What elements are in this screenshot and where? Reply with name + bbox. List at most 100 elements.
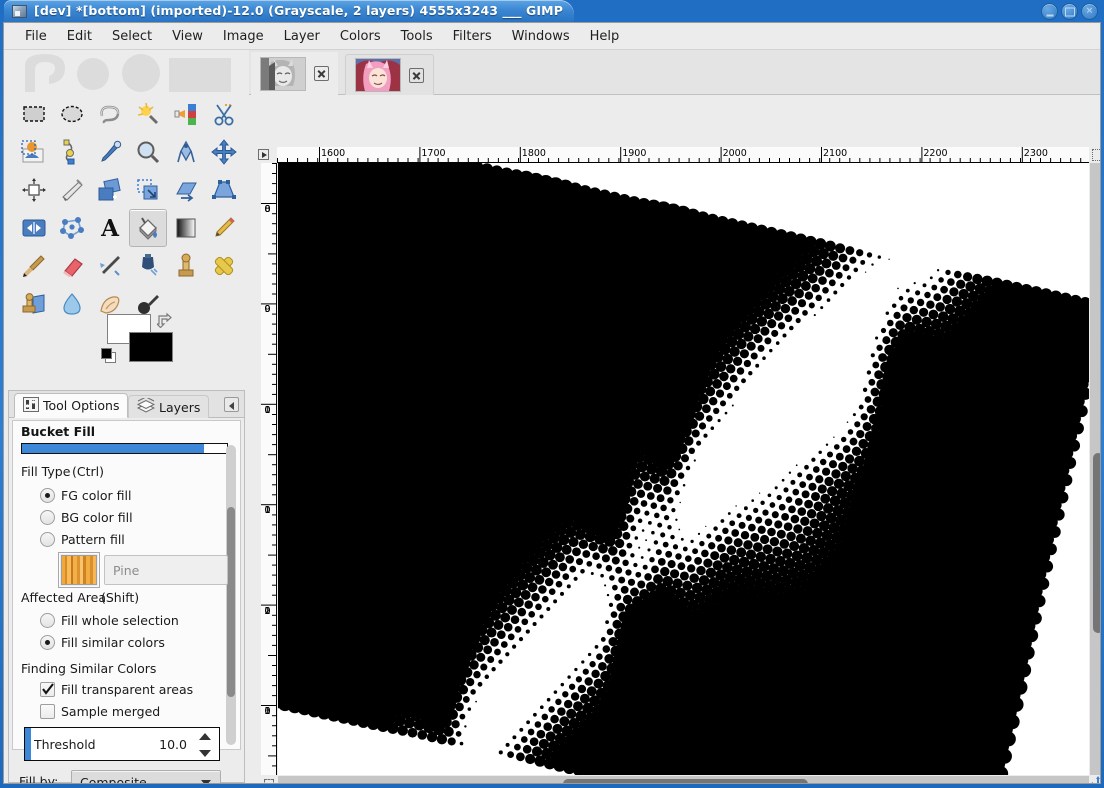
menu-edit[interactable]: Edit [57,23,102,50]
scale-tool[interactable] [129,171,167,209]
tab-layers[interactable]: Layers [128,395,209,418]
gimp-application-window: [dev] *[bottom] (imported)-12.0 (Graysca… [0,0,1104,788]
radio-fg-color-fill[interactable] [40,488,55,503]
perspective-clone-tool[interactable] [15,285,53,323]
tool-options-icon [23,397,39,415]
paintbrush-tool[interactable] [15,247,53,285]
radio-fill-whole-selection[interactable] [40,613,55,628]
clone-tool[interactable] [167,247,205,285]
close-button[interactable]: ✕ [1081,3,1098,20]
ink-tool[interactable] [129,247,167,285]
hruler-label: 1600 [321,149,345,159]
minimize-button[interactable] [1041,3,1058,20]
fill-by-value: Composite [80,775,147,785]
menu-layer[interactable]: Layer [274,23,330,50]
radio-pattern-fill[interactable] [40,532,55,547]
blur-sharpen-tool[interactable] [53,285,91,323]
quick-mask-toggle[interactable] [261,776,277,784]
flip-tool[interactable] [15,209,53,247]
image-tab-color[interactable] [345,54,434,95]
vertical-scrollbar[interactable] [1090,163,1101,775]
pattern-name-field[interactable]: Pine [104,555,228,585]
tab-layers-label: Layers [159,400,200,415]
dock-tab-strip: Tool Options Layers [9,391,244,418]
threshold-increment-icon[interactable] [199,733,211,740]
close-tab-icon-2[interactable] [409,68,424,83]
perspective-tool[interactable] [205,171,243,209]
tool-options-scrollbar[interactable] [226,445,236,745]
hruler-label: 1900 [622,149,646,159]
pattern-button[interactable] [58,552,100,588]
tool-options-dock: Tool Options Layers Bucket Fill Fill Typ… [8,390,245,783]
heal-tool[interactable] [205,247,243,285]
tab-tool-options[interactable]: Tool Options [14,393,128,418]
menu-windows[interactable]: Windows [502,23,580,50]
window-title: [dev] *[bottom] (imported)-12.0 (Graysca… [34,3,563,19]
window-client-area: FileEditSelectViewImageLayerColorsToolsF… [3,22,1101,784]
image-tab-thumbnail-grayscale [260,57,306,91]
airbrush-tool[interactable] [91,247,129,285]
tab-tool-options-label: Tool Options [43,398,119,413]
default-colors-icon[interactable] [101,348,118,365]
menu-tools[interactable]: Tools [391,23,443,50]
checkbox-fill-transparent-areas[interactable] [40,682,55,697]
checkbox-sample-merged[interactable] [40,704,55,719]
fill-by-row: Fill by: Composite [19,770,239,784]
threshold-spinner[interactable] [195,730,215,760]
tool-preview-bar [21,443,228,454]
dock-menu-button[interactable] [224,397,239,412]
crop-tool[interactable] [53,171,91,209]
menu-colors[interactable]: Colors [330,23,391,50]
threshold-slider[interactable]: Threshold 10.0 [24,727,220,761]
zoom-tool[interactable] [129,133,167,171]
fill-by-combo[interactable]: Composite [71,770,221,784]
menu-filters[interactable]: Filters [443,23,502,50]
foreground-select-tool[interactable] [15,133,53,171]
cage-transform-tool[interactable] [53,209,91,247]
vertical-scrollbar-thumb [1093,453,1101,633]
measure-tool[interactable] [167,133,205,171]
shear-tool[interactable] [167,171,205,209]
ellipse-select-tool[interactable] [53,95,91,133]
radio-fill-similar-colors[interactable] [40,635,55,650]
select-by-color-tool[interactable] [167,95,205,133]
menu-file[interactable]: File [15,23,57,50]
horizontal-scrollbar[interactable] [278,776,1089,784]
label-fg-color-fill: FG color fill [61,488,131,503]
rect-select-tool[interactable] [15,95,53,133]
background-color-swatch[interactable] [129,332,173,362]
paths-tool[interactable] [53,133,91,171]
close-tab-icon-1[interactable] [314,66,329,81]
ruler-origin-button[interactable] [255,147,273,162]
menu-select[interactable]: Select [102,23,162,50]
pattern-swatch [61,555,97,585]
rotate-tool[interactable] [91,171,129,209]
move-tool[interactable] [205,133,243,171]
maximize-button[interactable] [1061,3,1078,20]
svg-text:A: A [100,215,120,241]
label-fill-similar-colors: Fill similar colors [61,635,165,650]
fuzzy-select-tool[interactable] [129,95,167,133]
threshold-decrement-icon[interactable] [199,750,211,757]
scissors-select-tool[interactable] [205,95,243,133]
gradient-tool[interactable] [167,209,205,247]
free-select-tool[interactable] [91,95,129,133]
eraser-tool[interactable] [53,247,91,285]
navigation-preview-button[interactable] [1090,776,1101,784]
pencil-tool[interactable] [205,209,243,247]
text-tool[interactable]: A [91,209,129,247]
swap-colors-icon[interactable] [157,312,173,328]
bucket-fill-tool[interactable] [129,209,167,247]
image-tab-bottom[interactable] [251,52,338,95]
vertical-ruler[interactable]: 8009001000110012001300 [261,163,277,775]
menu-help[interactable]: Help [580,23,630,50]
horizontal-ruler[interactable]: 16001700180019002000210022002300 [277,147,1089,163]
hruler-label: 2300 [1024,149,1048,159]
menu-image[interactable]: Image [213,23,274,50]
image-canvas[interactable] [278,163,1089,775]
color-picker-tool[interactable] [91,133,129,171]
align-tool[interactable] [15,171,53,209]
radio-bg-color-fill[interactable] [40,510,55,525]
menu-view[interactable]: View [162,23,213,50]
zoom-image-button[interactable] [1090,147,1101,163]
